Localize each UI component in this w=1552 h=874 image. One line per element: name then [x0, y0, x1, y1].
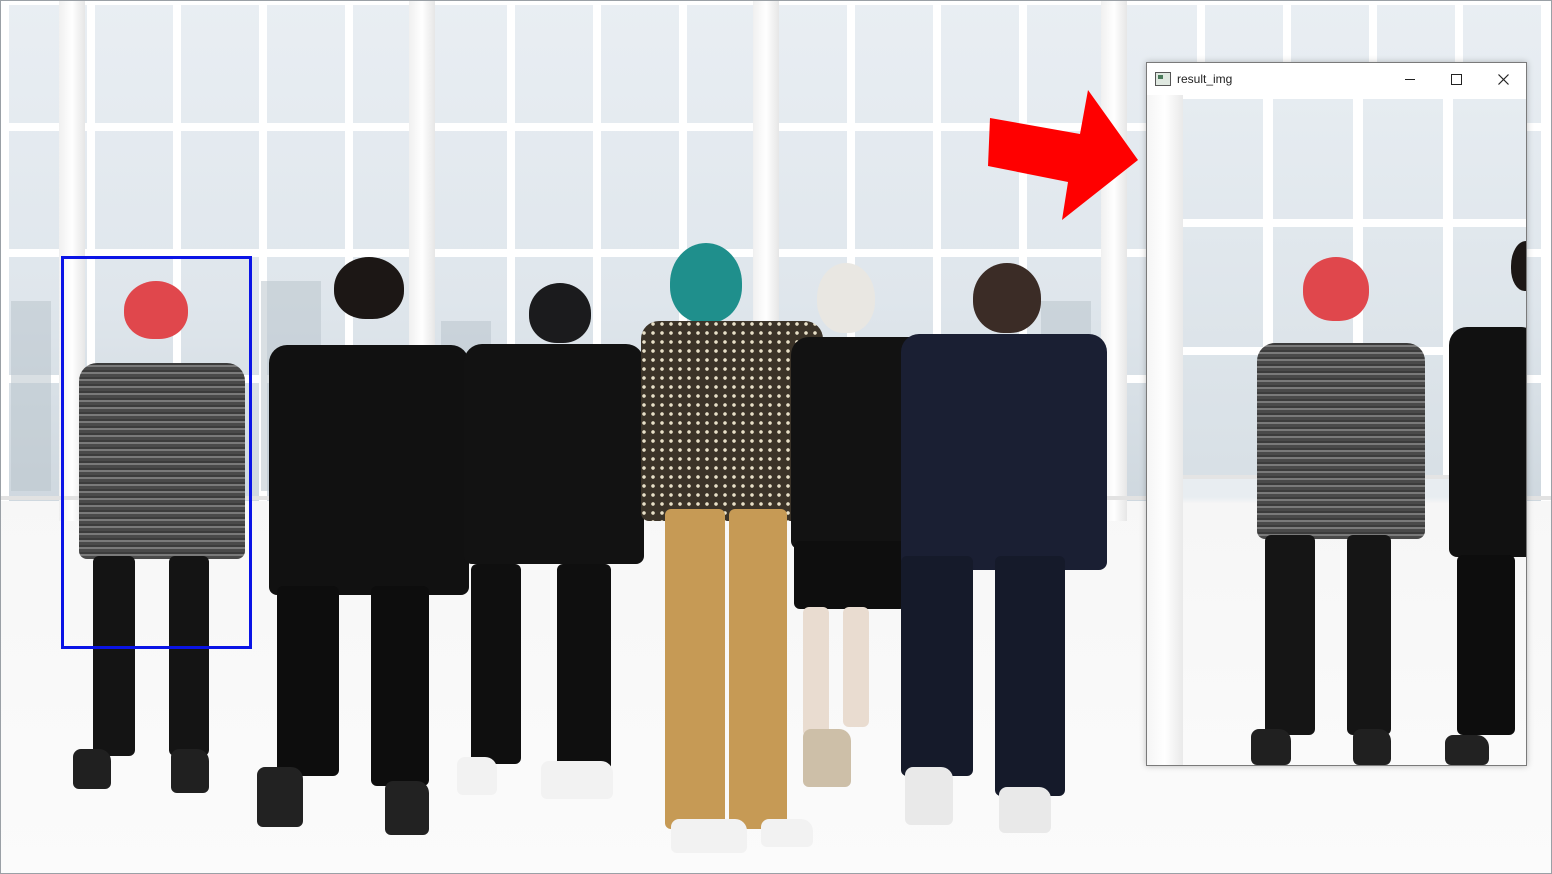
maximize-icon — [1450, 73, 1462, 85]
window-app-icon — [1155, 72, 1171, 86]
close-icon — [1497, 73, 1509, 85]
window-title: result_img — [1177, 72, 1233, 86]
maximize-button[interactable] — [1433, 63, 1479, 95]
result-window[interactable]: result_img — [1146, 62, 1527, 766]
result-image — [1147, 95, 1526, 765]
building — [11, 301, 51, 491]
minimize-button[interactable] — [1387, 63, 1433, 95]
close-button[interactable] — [1480, 63, 1526, 95]
title-bar[interactable]: result_img — [1147, 63, 1526, 95]
minimize-icon — [1405, 78, 1415, 80]
red-arrow-icon — [988, 90, 1138, 220]
detection-bounding-box — [61, 256, 252, 649]
